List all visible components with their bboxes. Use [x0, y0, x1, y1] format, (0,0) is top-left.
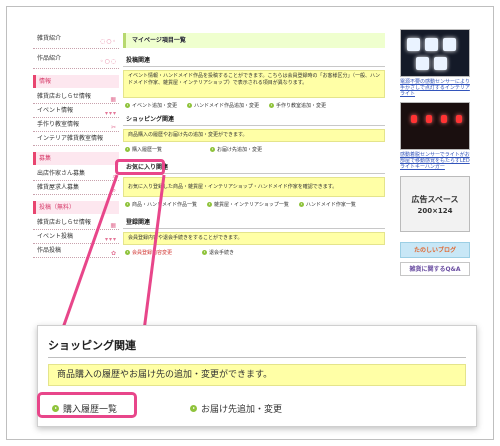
zoom-link-delivery-address[interactable]: お届け先追加・変更 [190, 402, 282, 415]
highlight-box-large [37, 392, 137, 418]
zoom-section-desc: 商品購入の履歴やお届け先の追加・変更ができます。 [48, 364, 466, 386]
zoom-divider [48, 357, 466, 358]
mypage-screenshot: 雑貨紹介 ◌○◦ 作品紹介 ◦○◌ 情報 雑貨店おしらせ情報 ▦ イベント情報 ▾▾… [7, 7, 493, 439]
zoom-section-title: ショッピング関連 [48, 339, 136, 352]
screenshot-frame: 雑貨紹介 ◌○◦ 作品紹介 ◦○◌ 情報 雑貨店おしらせ情報 ▦ イベント情報 ▾▾… [6, 6, 494, 440]
link-label: お届け先追加・変更 [201, 405, 283, 415]
arrow-circle-icon [190, 405, 197, 412]
